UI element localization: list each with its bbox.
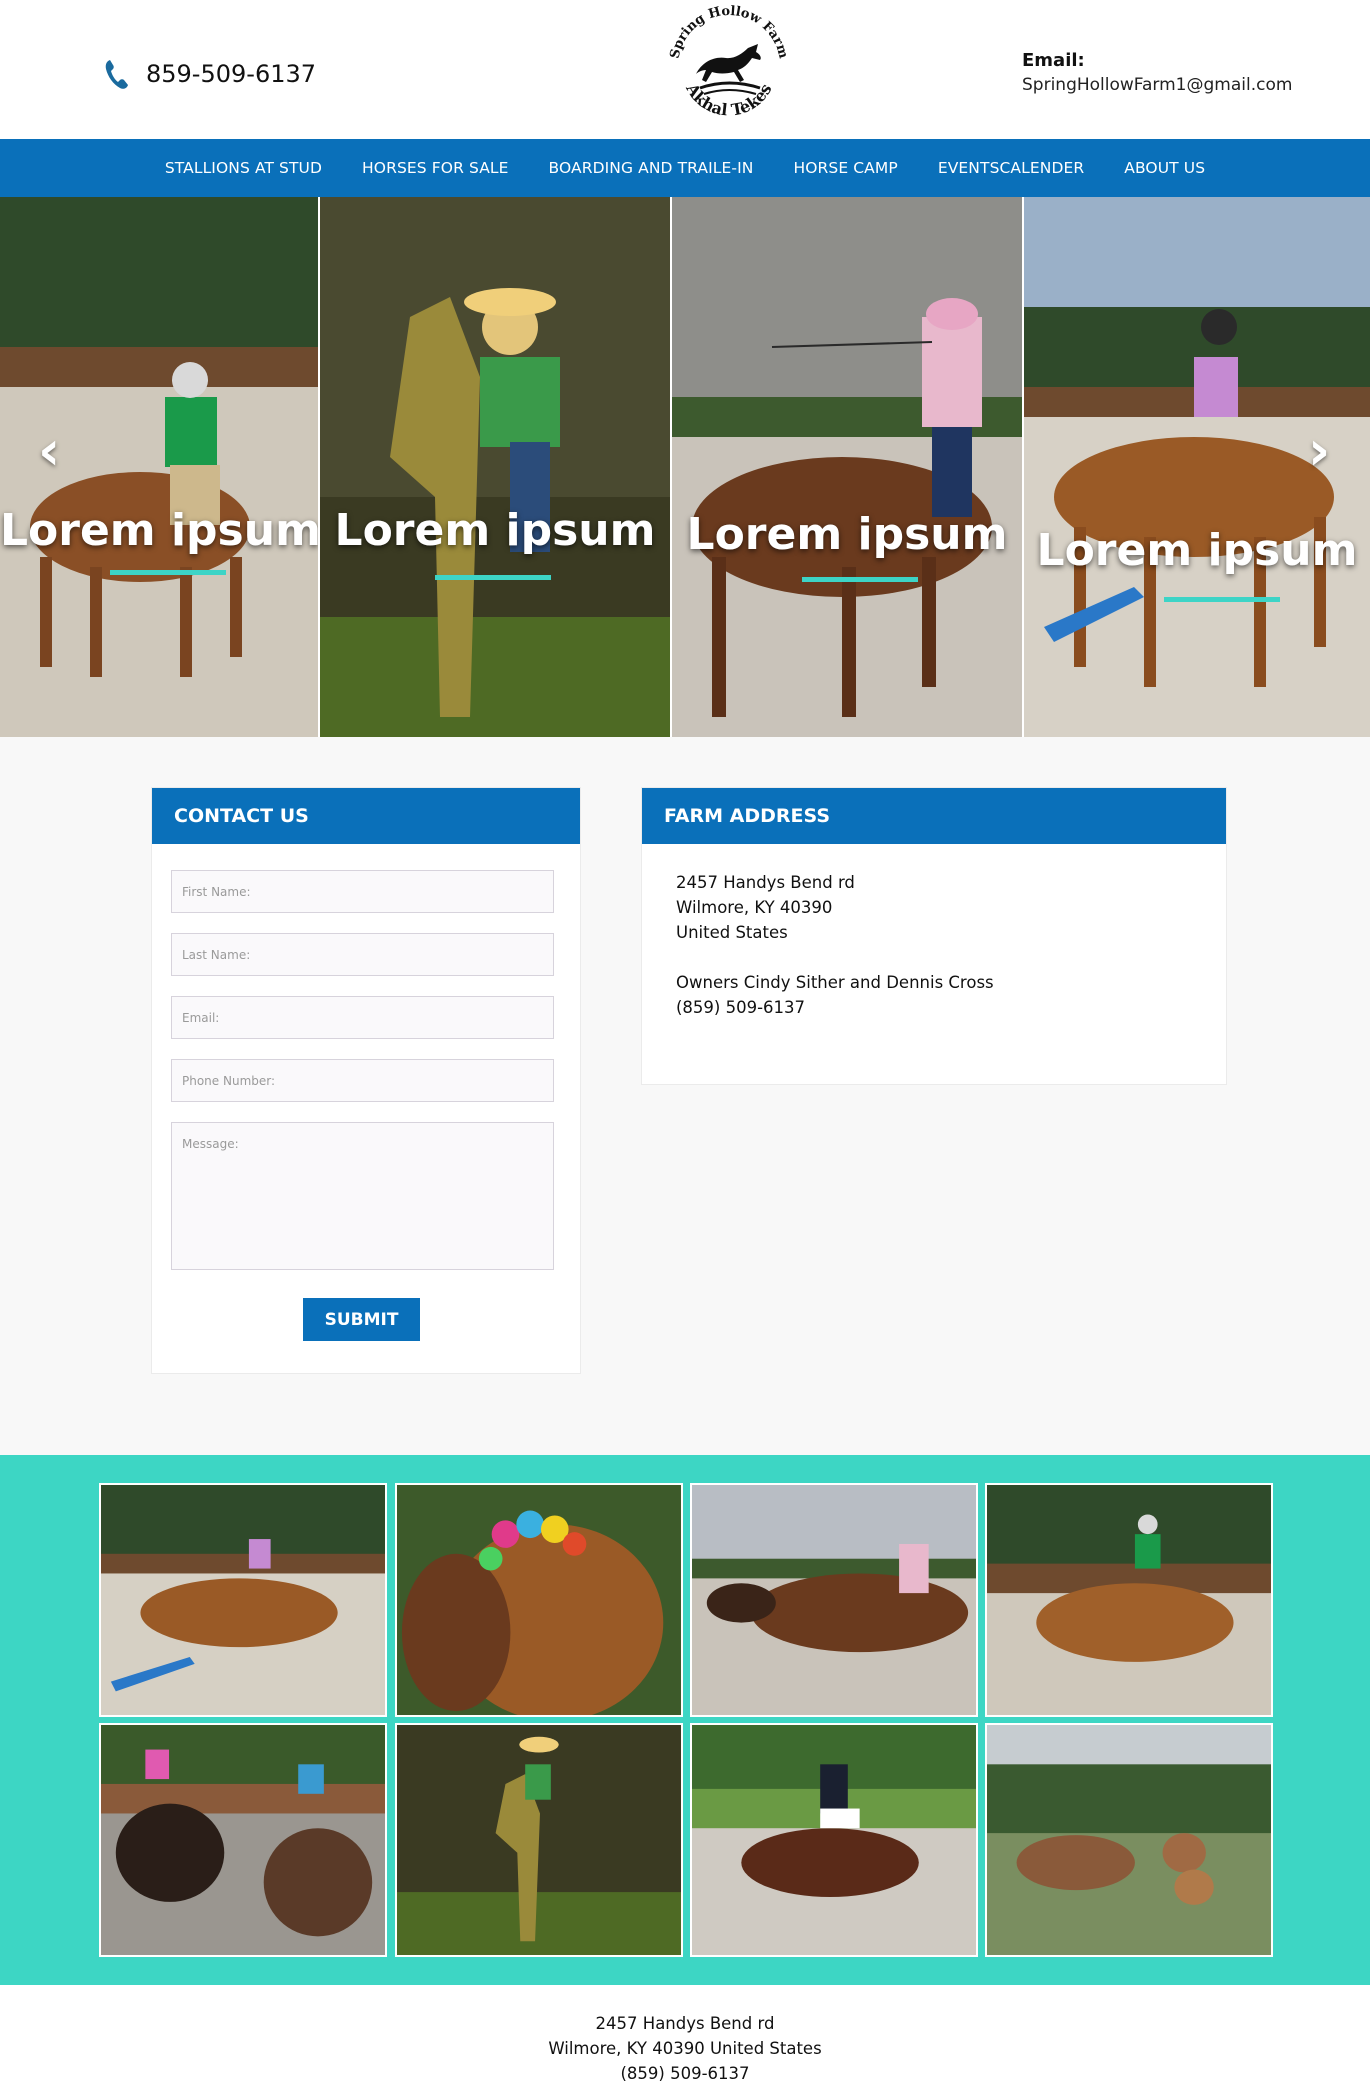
footer-address-line: Wilmore, KY 40390 United States (548, 2039, 822, 2058)
email-link[interactable]: SpringHollowFarm1@gmail.com (1022, 75, 1292, 95)
submit-button[interactable]: SUBMIT (303, 1298, 420, 1341)
contact-form: CONTACT US First Name: Last Name: Email:… (151, 787, 581, 1374)
svg-text:Spring Hollow Farm: Spring Hollow Farm (668, 4, 791, 60)
footer-address-line: 2457 Handys Bend rd (595, 2014, 775, 2033)
hero-slide[interactable]: Lorem ipsum (320, 197, 670, 737)
main-nav: STALLIONS AT STUD HORSES FOR SALE BOARDI… (0, 139, 1370, 197)
header-email: Email: SpringHollowFarm1@gmail.com (1022, 50, 1292, 95)
site-footer: 2457 Handys Bend rd Wilmore, KY 40390 Un… (0, 1985, 1370, 2100)
caption-underline (1164, 597, 1280, 602)
nav-about-us[interactable]: ABOUT US (1124, 159, 1205, 177)
nav-stallions-at-stud[interactable]: STALLIONS AT STUD (165, 159, 322, 177)
caption-underline (802, 577, 918, 582)
first-name-field[interactable]: First Name: (171, 870, 554, 913)
email-label: Email: (1022, 50, 1085, 71)
gallery-photo[interactable] (985, 1723, 1273, 1957)
gallery-photo[interactable] (690, 1483, 978, 1717)
caption-underline (110, 570, 226, 575)
hero-caption: Lorem ipsum (0, 505, 318, 556)
last-name-field[interactable]: Last Name: (171, 933, 554, 976)
nav-horses-for-sale[interactable]: HORSES FOR SALE (362, 159, 509, 177)
address-title: FARM ADDRESS (642, 788, 1226, 844)
gallery-photo[interactable] (985, 1483, 1273, 1717)
message-field[interactable]: Message: (171, 1122, 554, 1270)
chevron-left-icon[interactable]: ‹ (38, 419, 60, 482)
hero-caption: Lorem ipsum (686, 509, 1008, 560)
chevron-right-icon[interactable]: › (1308, 419, 1330, 482)
gallery-photo[interactable] (99, 1723, 387, 1957)
header-phone[interactable]: 859-509-6137 (104, 58, 316, 90)
address-phone[interactable]: (859) 509-6137 (676, 995, 1192, 1020)
logo-text-bottom: Akhal Tekes (682, 79, 776, 119)
owners-line: Owners Cindy Sither and Dennis Cross (676, 973, 994, 992)
svg-text:Akhal Tekes: Akhal Tekes (682, 79, 776, 119)
phone-icon (105, 60, 128, 89)
farm-address-card: FARM ADDRESS 2457 Handys Bend rd Wilmore… (641, 787, 1227, 1085)
gallery-photo[interactable] (395, 1483, 683, 1717)
caption-underline (435, 575, 551, 580)
gallery-photo[interactable] (690, 1723, 978, 1957)
nav-horse-camp[interactable]: HORSE CAMP (793, 159, 897, 177)
hero-photo (320, 197, 670, 737)
farm-logo[interactable]: Spring Hollow Farm Akhal Tekes (664, 4, 794, 128)
logo-text-top: Spring Hollow Farm (668, 4, 791, 61)
address-line: United States (676, 923, 788, 942)
site-header: 859-509-6137 Spring Hollow Farm Akhal Te… (0, 0, 1370, 139)
photo-gallery (0, 1455, 1370, 1985)
email-field[interactable]: Email: (171, 996, 554, 1039)
hero-photo (672, 197, 1022, 737)
address-body: 2457 Handys Bend rd Wilmore, KY 40390 Un… (642, 844, 1226, 1046)
gallery-photo[interactable] (99, 1483, 387, 1717)
hero-slide[interactable]: Lorem ipsum (672, 197, 1022, 737)
nav-events-calendar[interactable]: EVENTSCALENDER (938, 159, 1084, 177)
gallery-photo[interactable] (395, 1723, 683, 1957)
hero-slider: Lorem ipsum Lorem ipsum Lorem ipsum Lore… (0, 197, 1370, 737)
address-line: 2457 Handys Bend rd (676, 873, 855, 892)
footer-phone[interactable]: (859) 509-6137 (0, 2061, 1370, 2086)
hero-caption: Lorem ipsum (1036, 525, 1358, 576)
address-line: Wilmore, KY 40390 (676, 898, 833, 917)
header-phone-number: 859-509-6137 (146, 60, 317, 88)
phone-field[interactable]: Phone Number: (171, 1059, 554, 1102)
nav-boarding[interactable]: BOARDING AND TRAILE-IN (549, 159, 754, 177)
contact-title: CONTACT US (152, 788, 580, 844)
hero-caption: Lorem ipsum (334, 505, 656, 556)
